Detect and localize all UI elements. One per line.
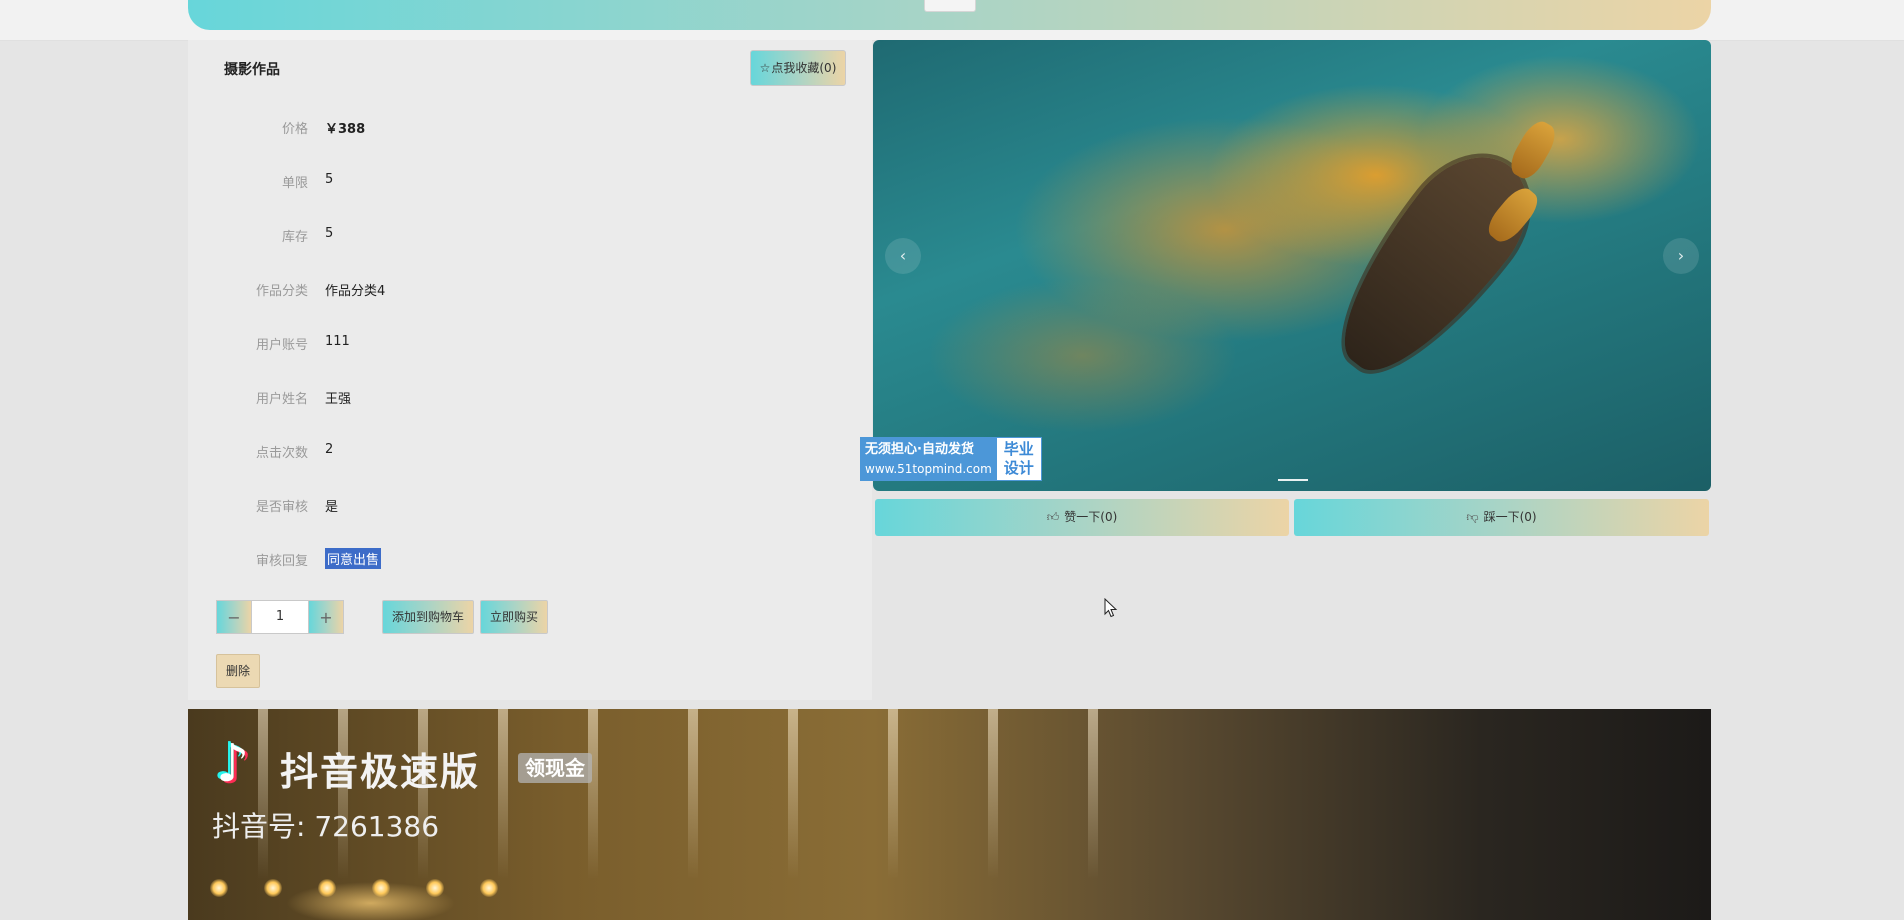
carousel-image-figure: [1505, 116, 1561, 184]
watermark-badge-bottom: 设计: [1003, 459, 1034, 477]
carousel-indicator[interactable]: [1278, 479, 1308, 481]
video-light: [210, 879, 228, 897]
watermark-text: 无须担心·自动发货 www.51topmind.com: [860, 437, 996, 481]
thumbs-down-icon: 👎︎: [1466, 510, 1479, 524]
field-label: 库存: [281, 230, 308, 245]
field-value-category: 作品分类4: [325, 284, 386, 299]
video-light-beam: [888, 709, 898, 879]
video-light-beam: [788, 709, 798, 879]
field-label: 用户姓名: [255, 392, 308, 407]
watermark-badge: 毕业 设计: [995, 437, 1042, 481]
favorite-button[interactable]: ☆点我收藏(0): [750, 50, 846, 86]
video-app-name: 抖音极速版: [280, 750, 481, 794]
delete-button[interactable]: 删除: [216, 654, 260, 688]
video-light-beam: [498, 709, 508, 879]
field-row-account: 用户账号 111: [188, 334, 872, 354]
watermark-badge-top: 毕业: [1003, 440, 1034, 458]
video-light-beam: [1088, 709, 1098, 879]
field-row-review-reply: 审核回复 同意出售: [188, 548, 872, 570]
field-value-reviewed: 是: [325, 500, 339, 515]
product-image-carousel[interactable]: ‹ ›: [873, 40, 1711, 491]
field-label: 审核回复: [255, 554, 308, 569]
watermark-url: www.51topmind.com: [865, 462, 992, 476]
field-row-category: 作品分类 作品分类4: [188, 280, 872, 300]
mouse-cursor-icon: [1104, 598, 1118, 618]
field-row-clicks: 点击次数 2: [188, 442, 872, 462]
douyin-logo-icon: ♪: [216, 734, 250, 794]
chevron-right-icon[interactable]: ›: [1663, 238, 1699, 274]
quantity-input[interactable]: 1: [253, 601, 307, 633]
field-label: 用户账号: [255, 338, 308, 353]
watermark-line1: 无须担心·自动发货: [865, 442, 974, 457]
buy-now-button[interactable]: 立即购买: [480, 600, 548, 634]
like-button-label: 赞一下(0): [1064, 510, 1118, 524]
field-label: 是否审核: [255, 500, 308, 515]
field-value-clicks: 2: [325, 442, 334, 457]
watermark: 无须担心·自动发货 www.51topmind.com 毕业 设计: [860, 437, 1042, 481]
field-value-account: 111: [325, 334, 350, 349]
video-light-beam: [988, 709, 998, 879]
field-value-limit: 5: [325, 172, 334, 187]
field-value-price: ￥388: [325, 122, 366, 137]
like-button[interactable]: 👍︎ 赞一下(0): [875, 499, 1289, 536]
video-light: [264, 879, 282, 897]
video-account-id: 抖音号: 7261386: [212, 810, 440, 843]
field-label: 价格: [281, 122, 308, 137]
video-light: [426, 879, 444, 897]
video-light: [318, 879, 336, 897]
field-row-limit: 单限 5: [188, 172, 872, 192]
field-row-stock: 库存 5: [188, 226, 872, 246]
thumbs-up-icon: 👍︎: [1046, 510, 1060, 524]
add-to-cart-button[interactable]: 添加到购物车: [382, 600, 474, 634]
field-value-stock: 5: [325, 226, 334, 241]
quantity-decrement-button[interactable]: −: [216, 600, 252, 634]
dislike-button[interactable]: 👎︎ 踩一下(0): [1294, 499, 1709, 536]
field-row-price: 价格 ￥388: [188, 118, 872, 138]
field-label: 点击次数: [255, 446, 308, 461]
field-value-review-reply: 同意出售: [325, 548, 382, 569]
field-row-username: 用户姓名 王强: [188, 388, 872, 408]
page-title: 摄影作品: [224, 62, 280, 78]
top-collapse-tab[interactable]: [924, 0, 976, 12]
star-outline-icon: ☆: [759, 61, 771, 75]
product-detail-panel: 摄影作品 ☆点我收藏(0) 价格 ￥388 单限 5 库存 5 作品分类 作品分…: [188, 40, 872, 700]
chevron-left-icon[interactable]: ‹: [885, 238, 921, 274]
video-player[interactable]: ♪ 抖音极速版 领现金 抖音号: 7261386: [188, 709, 1711, 920]
field-label: 单限: [281, 176, 308, 191]
video-light: [372, 879, 390, 897]
field-value-username: 王强: [325, 392, 352, 407]
field-row-reviewed: 是否审核 是: [188, 496, 872, 516]
quantity-stepper: − 1 +: [216, 600, 344, 634]
video-light-beam: [688, 709, 698, 879]
video-badge: 领现金: [518, 753, 592, 783]
quantity-increment-button[interactable]: +: [308, 600, 344, 634]
dislike-button-label: 踩一下(0): [1483, 510, 1537, 524]
video-light-beam: [588, 709, 598, 879]
video-light: [480, 879, 498, 897]
favorite-button-label: 点我收藏(0): [771, 61, 837, 75]
field-label: 作品分类: [255, 284, 308, 299]
